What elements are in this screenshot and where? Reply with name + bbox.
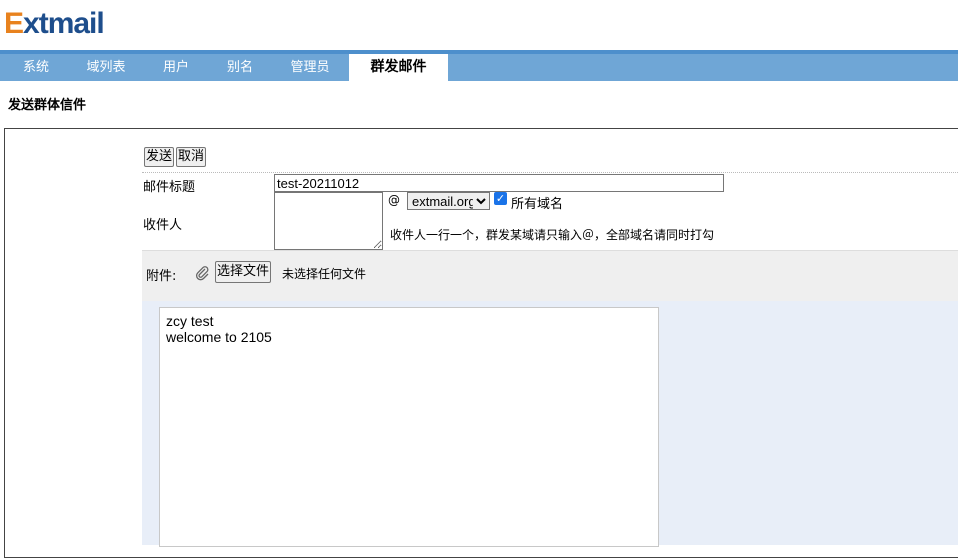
- cancel-button[interactable]: 取消: [176, 147, 207, 167]
- nav-item-users[interactable]: 用户: [158, 54, 194, 81]
- domain-select[interactable]: extmail.org: [407, 192, 490, 210]
- recipients-hint: 收件人一行一个，群发某域请只输入＠，全部域名请同时打勾: [390, 228, 715, 242]
- recipients-label: 收件人: [143, 218, 183, 233]
- divider: [142, 172, 958, 173]
- all-domains-checkbox[interactable]: ✓: [494, 192, 507, 205]
- message-body-editor[interactable]: zcy test welcome to 2105: [159, 307, 659, 547]
- nav-item-system[interactable]: 系统: [16, 54, 56, 81]
- subject-input[interactable]: [274, 174, 724, 192]
- body-line: zcy test: [166, 313, 214, 329]
- at-sign: @: [388, 193, 400, 207]
- page-title: 发送群体信件: [8, 98, 87, 113]
- nav-item-mass-mail[interactable]: 群发邮件: [349, 54, 448, 81]
- subject-label: 邮件标题: [143, 180, 196, 195]
- logo-text: xtmail: [23, 7, 105, 40]
- send-button[interactable]: 发送: [144, 147, 175, 167]
- nav-item-aliases[interactable]: 别名: [222, 54, 258, 81]
- logo-letter-e: E: [4, 7, 24, 40]
- recipients-textarea[interactable]: [274, 192, 383, 250]
- nav-item-domain-list[interactable]: 域列表: [80, 54, 132, 81]
- attachment-bar: 附件: 选择文件 未选择任何文件: [142, 250, 958, 302]
- attachment-label: 附件:: [146, 269, 177, 284]
- nav-item-admins[interactable]: 管理员: [286, 54, 334, 81]
- extmail-logo: Extmail: [4, 6, 105, 42]
- top-nav: 系统 域列表 用户 别名 管理员 群发邮件: [0, 50, 958, 81]
- body-line: welcome to 2105: [166, 329, 272, 345]
- paperclip-icon: [195, 266, 209, 281]
- no-file-chosen-text: 未选择任何文件: [282, 267, 367, 281]
- choose-file-button[interactable]: 选择文件: [215, 261, 272, 283]
- all-domains-label: 所有域名: [511, 197, 564, 212]
